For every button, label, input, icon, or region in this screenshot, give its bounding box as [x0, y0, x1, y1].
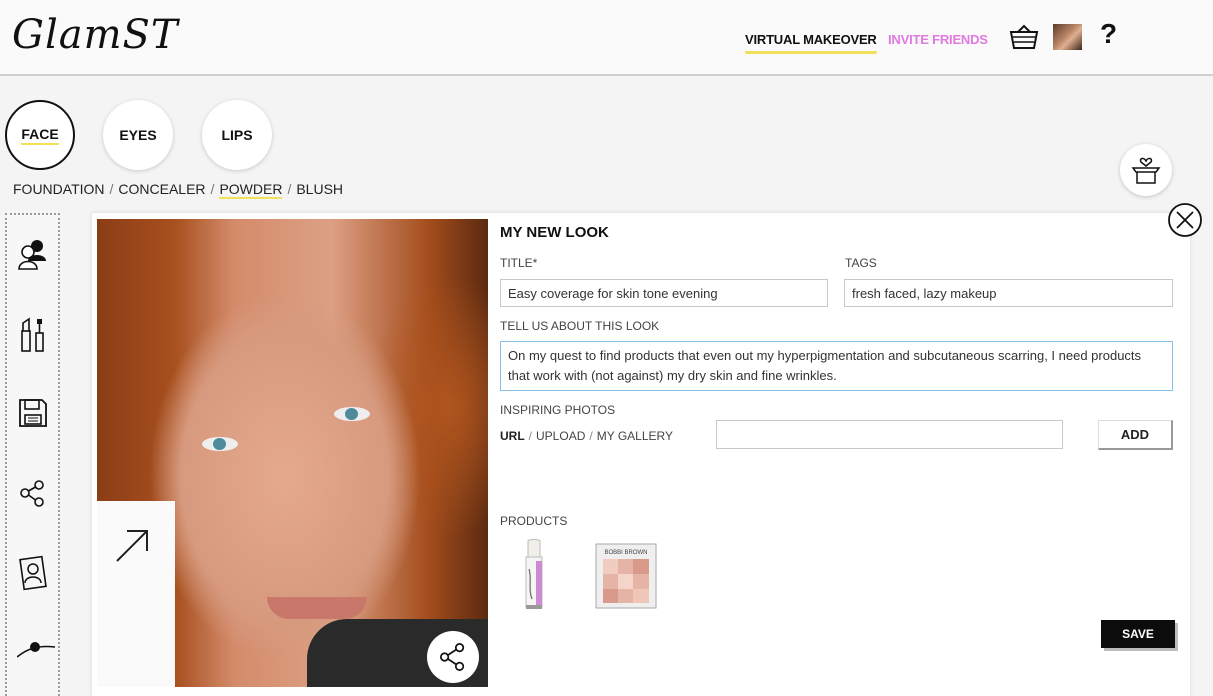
powder-compact-brand: BOBBI BROWN	[604, 550, 647, 556]
tab-lips-label: LIPS	[221, 127, 253, 143]
lip-primer-tube-icon	[525, 539, 543, 609]
share-icon	[439, 643, 465, 671]
subnav-foundation[interactable]: FOUNDATION	[13, 181, 105, 197]
user-avatar[interactable]	[1053, 24, 1082, 50]
nav-virtual-makeover[interactable]: VIRTUAL MAKEOVER	[745, 32, 877, 54]
form-title: MY NEW LOOK	[500, 224, 609, 241]
heart-box-icon	[1131, 157, 1161, 184]
about-textarea[interactable]: On my quest to find products that even o…	[500, 341, 1173, 391]
photo-mouth	[267, 597, 367, 619]
top-header: GlamST VIRTUAL MAKEOVER INVITE FRIENDS ?	[0, 0, 1213, 76]
close-panel-button[interactable]	[1167, 202, 1203, 238]
tab-eyes-label: EYES	[119, 127, 157, 143]
save-button[interactable]: SAVE	[1101, 620, 1175, 648]
title-input[interactable]	[500, 279, 828, 307]
title-label: TITLE*	[500, 256, 538, 270]
source-url[interactable]: URL	[500, 429, 525, 443]
save-disk-icon[interactable]	[17, 397, 49, 429]
photo-source-tabs: URL / UPLOAD / MY GALLERY	[500, 429, 673, 443]
products-label: PRODUCTS	[500, 514, 568, 528]
source-upload[interactable]: UPLOAD	[536, 429, 585, 443]
subnav-separator: /	[210, 181, 215, 197]
face-subnav: FOUNDATION / CONCEALER / POWDER / BLUSH	[13, 181, 343, 199]
new-look-panel: MY NEW LOOK TITLE* TAGS TELL US ABOUT TH…	[92, 213, 1190, 696]
makeup-tools-icon[interactable]	[17, 315, 49, 352]
favorite-box-button[interactable]	[1120, 144, 1172, 196]
subnav-separator: /	[109, 181, 114, 197]
tags-label: TAGS	[845, 256, 877, 270]
inspiring-photos-label: INSPIRING PHOTOS	[500, 403, 616, 417]
about-label: TELL US ABOUT THIS LOOK	[500, 319, 660, 333]
look-photo	[97, 219, 488, 687]
basket-icon[interactable]	[1009, 24, 1039, 50]
tab-face-label: FACE	[21, 126, 59, 145]
subnav-separator: /	[287, 181, 292, 197]
portrait-icon[interactable]	[17, 555, 49, 591]
tab-eyes[interactable]: EYES	[103, 100, 173, 170]
subnav-blush[interactable]: BLUSH	[296, 181, 343, 197]
people-icon[interactable]	[17, 237, 49, 270]
photo-paper	[97, 501, 175, 687]
photo-share-button[interactable]	[427, 631, 479, 683]
tool-sidebar	[5, 213, 60, 696]
arrow-drawing-icon	[116, 530, 148, 562]
tab-lips[interactable]: LIPS	[202, 100, 272, 170]
help-icon[interactable]: ?	[1100, 18, 1117, 50]
nav-invite-friends[interactable]: INVITE FRIENDS	[888, 32, 988, 47]
subnav-powder[interactable]: POWDER	[219, 181, 283, 199]
powder-compact-icon: BOBBI BROWN	[595, 543, 657, 609]
photo-eye-right	[334, 407, 370, 421]
glamst-logo[interactable]: GlamST	[12, 12, 179, 58]
tags-input[interactable]	[844, 279, 1173, 307]
share-icon[interactable]	[17, 477, 49, 509]
product-lip-primer[interactable]	[520, 539, 550, 616]
tab-face[interactable]: FACE	[5, 100, 75, 170]
slider-icon[interactable]	[16, 635, 56, 667]
close-icon	[1168, 203, 1202, 237]
photo-eye-left	[202, 437, 238, 451]
product-powder-compact[interactable]: BOBBI BROWN	[595, 543, 657, 614]
photo-url-input[interactable]	[716, 420, 1063, 449]
source-my-gallery[interactable]: MY GALLERY	[597, 429, 673, 443]
add-photo-button[interactable]: ADD	[1098, 420, 1173, 450]
subnav-concealer[interactable]: CONCEALER	[118, 181, 205, 197]
